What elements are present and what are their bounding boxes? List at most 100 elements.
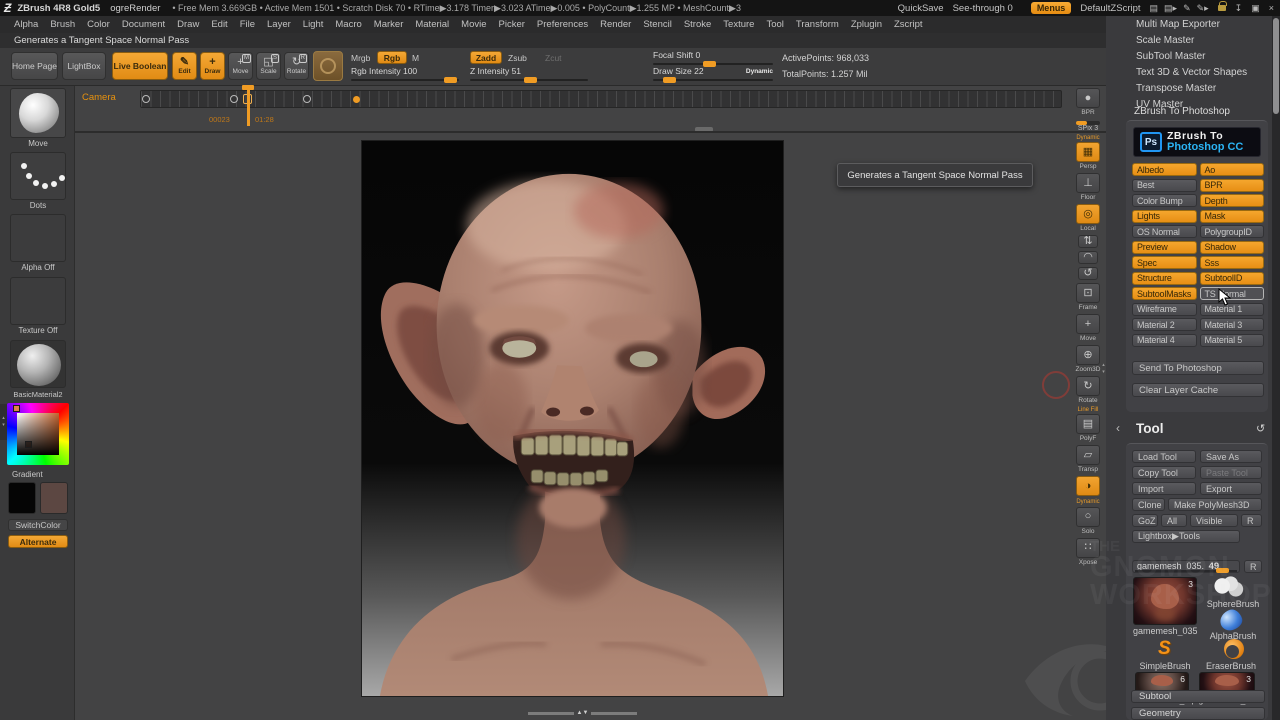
titlebar-tool-icon[interactable]: ▤ <box>1150 3 1159 14</box>
menu-item[interactable]: File <box>234 19 261 30</box>
secondary-color-swatch[interactable] <box>40 482 68 514</box>
menu-item[interactable]: Zplugin <box>845 19 888 30</box>
right-shelf-button[interactable]: ◠ <box>1078 251 1098 264</box>
menu-item[interactable]: Document <box>116 19 171 30</box>
subtool-section-bar[interactable]: Subtool <box>1131 690 1265 703</box>
sv-picker[interactable] <box>17 413 59 455</box>
rgb-toggle[interactable]: Rgb <box>377 51 407 64</box>
menu-item[interactable]: Picker <box>493 19 531 30</box>
eraser-brush-icon[interactable] <box>1224 639 1244 659</box>
live-boolean-button[interactable]: Live Boolean <box>112 52 168 80</box>
right-shelf-button[interactable]: + Move <box>1076 314 1100 342</box>
simple-brush-icon[interactable]: S <box>1158 638 1171 660</box>
right-shelf-button[interactable]: SPix 3 <box>1076 119 1100 132</box>
render-pass-toggle[interactable]: Material 4 <box>1132 334 1197 347</box>
menu-item[interactable]: Texture <box>717 19 760 30</box>
lightbox-button[interactable]: LightBox <box>62 52 106 80</box>
menu-item[interactable]: Edit <box>205 19 233 30</box>
texture-thumbnail[interactable] <box>10 277 66 325</box>
lock-icon[interactable] <box>1218 5 1226 11</box>
switch-color-button[interactable]: SwitchColor <box>8 519 68 531</box>
edit-button[interactable]: ✎ Edit <box>172 52 197 80</box>
zplugin-menu-item[interactable]: Scale Master <box>1136 32 1266 48</box>
goz-r-button[interactable]: R <box>1241 514 1262 527</box>
right-shelf-button[interactable]: ∷ Xpose <box>1076 538 1100 566</box>
lightbox-tools-button[interactable]: Lightbox▶Tools <box>1132 530 1240 543</box>
timeline-keyframe-icon[interactable] <box>230 95 238 103</box>
right-shelf-button[interactable]: ◑ <box>1076 476 1100 496</box>
save-as-button[interactable]: Save As <box>1200 450 1262 463</box>
alpha-thumbnail[interactable] <box>10 214 66 262</box>
menu-item[interactable]: Alpha <box>8 19 44 30</box>
timeline-playhead-tab[interactable] <box>242 85 254 90</box>
render-pass-toggle[interactable]: Material 1 <box>1200 303 1265 316</box>
scrollbar-thumb[interactable] <box>1273 18 1279 114</box>
menu-item[interactable]: Movie <box>455 19 492 30</box>
tool-palette-title[interactable]: Tool <box>1136 421 1164 436</box>
render-pass-toggle[interactable]: Material 2 <box>1132 318 1197 331</box>
default-zscript-button[interactable]: DefaultZScript <box>1080 3 1140 14</box>
tool-slot-r-button[interactable]: R <box>1244 560 1262 573</box>
focal-shift-slider[interactable]: Focal Shift 0 <box>653 51 773 65</box>
document-viewport[interactable] <box>361 140 784 697</box>
menu-item[interactable]: Marker <box>368 19 410 30</box>
material-thumbnail[interactable] <box>10 340 66 388</box>
gradient-label[interactable]: Gradient <box>12 470 80 479</box>
menu-item[interactable]: Stroke <box>678 19 717 30</box>
current-tool-thumbnail[interactable]: 3 <box>1133 577 1197 625</box>
tray-resize-handle[interactable]: ▴▾ <box>0 404 7 440</box>
menu-item[interactable]: Layer <box>261 19 297 30</box>
menu-item[interactable]: Zscript <box>888 19 929 30</box>
dynamic-tag[interactable]: Dynamic <box>746 68 773 75</box>
canvas-tray-divider[interactable]: ▲▼ <box>525 709 640 717</box>
timeline-keyframe-icon[interactable] <box>142 95 150 103</box>
titlebar-tool-icon[interactable]: ▤▸ <box>1164 3 1177 14</box>
clear-layer-cache-button[interactable]: Clear Layer Cache <box>1132 383 1264 397</box>
make-polymesh3d-button[interactable]: Make PolyMesh3D <box>1168 498 1262 511</box>
menu-item[interactable]: Preferences <box>531 19 594 30</box>
render-pass-toggle[interactable]: Depth <box>1200 194 1265 207</box>
draw-size-slider[interactable]: Draw Size 22 Dynamic <box>653 67 773 81</box>
timeline-keyframe-icon[interactable] <box>303 95 311 103</box>
render-pass-toggle[interactable]: Shadow <box>1200 241 1265 254</box>
right-shelf-button[interactable]: Line Fill ▤ PolyF <box>1076 407 1100 442</box>
titlebar-tool-icon[interactable]: ✎▸ <box>1197 3 1209 14</box>
alternate-button[interactable]: Alternate <box>8 535 68 548</box>
render-pass-toggle[interactable]: Color Bump <box>1132 194 1197 207</box>
render-pass-toggle[interactable]: Best <box>1132 179 1197 192</box>
clone-button[interactable]: Clone <box>1132 498 1165 511</box>
render-pass-toggle[interactable]: OS Normal <box>1132 225 1197 238</box>
zplugin-menu-item[interactable]: SubTool Master <box>1136 48 1266 64</box>
menus-button[interactable]: Menus <box>1031 2 1072 14</box>
close-icon[interactable]: × <box>1269 3 1274 13</box>
zadd-toggle[interactable]: Zadd <box>470 51 502 64</box>
main-color-swatch[interactable] <box>8 482 36 514</box>
restore-icon[interactable]: ▣ <box>1251 3 1260 14</box>
render-pass-toggle[interactable]: Sss <box>1200 256 1265 269</box>
current-brush-thumbnail[interactable] <box>10 88 66 138</box>
zsub-toggle[interactable]: Zsub <box>508 53 527 63</box>
timeline-keyframe-selected-icon[interactable] <box>353 96 360 103</box>
titlebar-tool-icon[interactable]: ✎ <box>1183 3 1191 14</box>
right-shelf-button[interactable]: ⊡ Frame <box>1076 283 1100 311</box>
home-page-button[interactable]: Home Page <box>11 52 58 80</box>
render-pass-toggle[interactable]: Material 5 <box>1200 334 1265 347</box>
goz-all-button[interactable]: All <box>1161 514 1187 527</box>
right-shelf-button[interactable]: ⇅ <box>1078 235 1098 248</box>
menu-item[interactable]: Stencil <box>637 19 678 30</box>
sv-selector[interactable] <box>25 441 32 448</box>
right-shelf-button[interactable]: ◎ Local <box>1076 204 1100 232</box>
render-pass-toggle[interactable]: Spec <box>1132 256 1197 269</box>
render-pass-toggle[interactable]: BPR <box>1200 179 1265 192</box>
render-pass-toggle[interactable]: PolygroupID <box>1200 225 1265 238</box>
see-through-slider[interactable]: See-through 0 <box>953 3 1013 14</box>
camera-track-label[interactable]: Camera <box>82 92 116 103</box>
mrgb-toggle[interactable]: Mrgb <box>351 53 370 63</box>
scale-button[interactable]: S ◱ Scale <box>256 52 281 80</box>
spix-slider-track[interactable] <box>1076 121 1100 125</box>
menu-item[interactable]: Render <box>594 19 637 30</box>
sphere-brush-icon[interactable] <box>1212 576 1246 598</box>
zplugin-menu-item[interactable]: Transpose Master <box>1136 80 1266 96</box>
right-shelf-button[interactable]: ▱ Transp <box>1076 445 1100 473</box>
render-pass-toggle[interactable]: Wireframe <box>1132 303 1197 316</box>
